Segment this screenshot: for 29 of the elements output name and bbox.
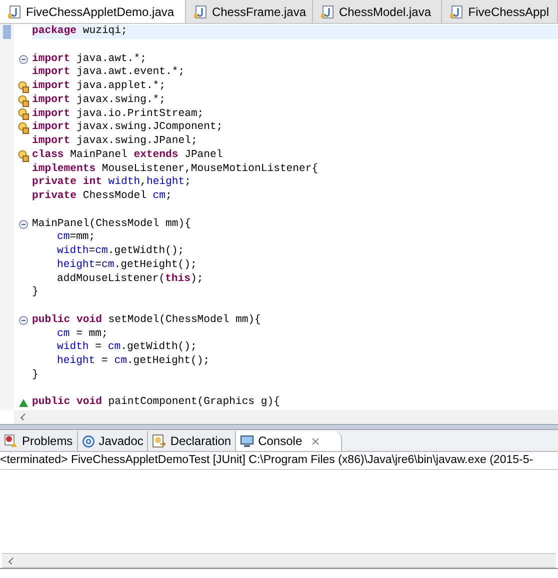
lightbulb-warning-icon	[18, 80, 28, 93]
horizontal-scrollbar[interactable]	[2, 553, 556, 568]
view-tab[interactable]: Javadoc	[78, 431, 148, 451]
editor-tab[interactable]: FiveChessAppl	[442, 0, 558, 23]
java-file-icon	[194, 4, 208, 18]
problems-icon	[4, 434, 18, 448]
monitor-icon	[240, 434, 254, 448]
scroll-left-icon[interactable]	[20, 413, 28, 421]
horizontal-scrollbar[interactable]	[14, 410, 558, 424]
triangle-override-icon	[18, 399, 28, 408]
scroll-left-icon[interactable]	[8, 556, 16, 564]
editor-tab[interactable]: ChessModel.java	[312, 0, 442, 23]
lightbulb-warning-icon	[18, 122, 28, 134]
console-status: <terminated> FiveChessAppletDemoTest [JUnit] C:\Program Files (x86)\Java\jre6\bin\javaw.exe (2015-5-	[0, 452, 534, 468]
editor-tab[interactable]: ChessFrame.java	[186, 0, 313, 23]
lightbulb-warning-icon	[18, 94, 28, 107]
collapse-icon[interactable]	[18, 220, 28, 229]
declaration-icon	[152, 434, 166, 448]
java-file-icon	[450, 4, 464, 18]
collapse-icon[interactable]	[18, 316, 28, 326]
view-tab[interactable]: Console	[236, 431, 342, 451]
editor-tab[interactable]: FiveChessAppletDemo.java	[0, 0, 186, 23]
lightbulb-warning-icon	[18, 108, 28, 120]
close-icon[interactable]	[310, 436, 322, 446]
lightbulb-warning-icon	[18, 150, 28, 162]
java-file-icon	[8, 4, 22, 18]
collapse-icon[interactable]	[18, 54, 28, 64]
at-sign-icon	[82, 434, 95, 448]
java-file-icon	[320, 4, 335, 18]
